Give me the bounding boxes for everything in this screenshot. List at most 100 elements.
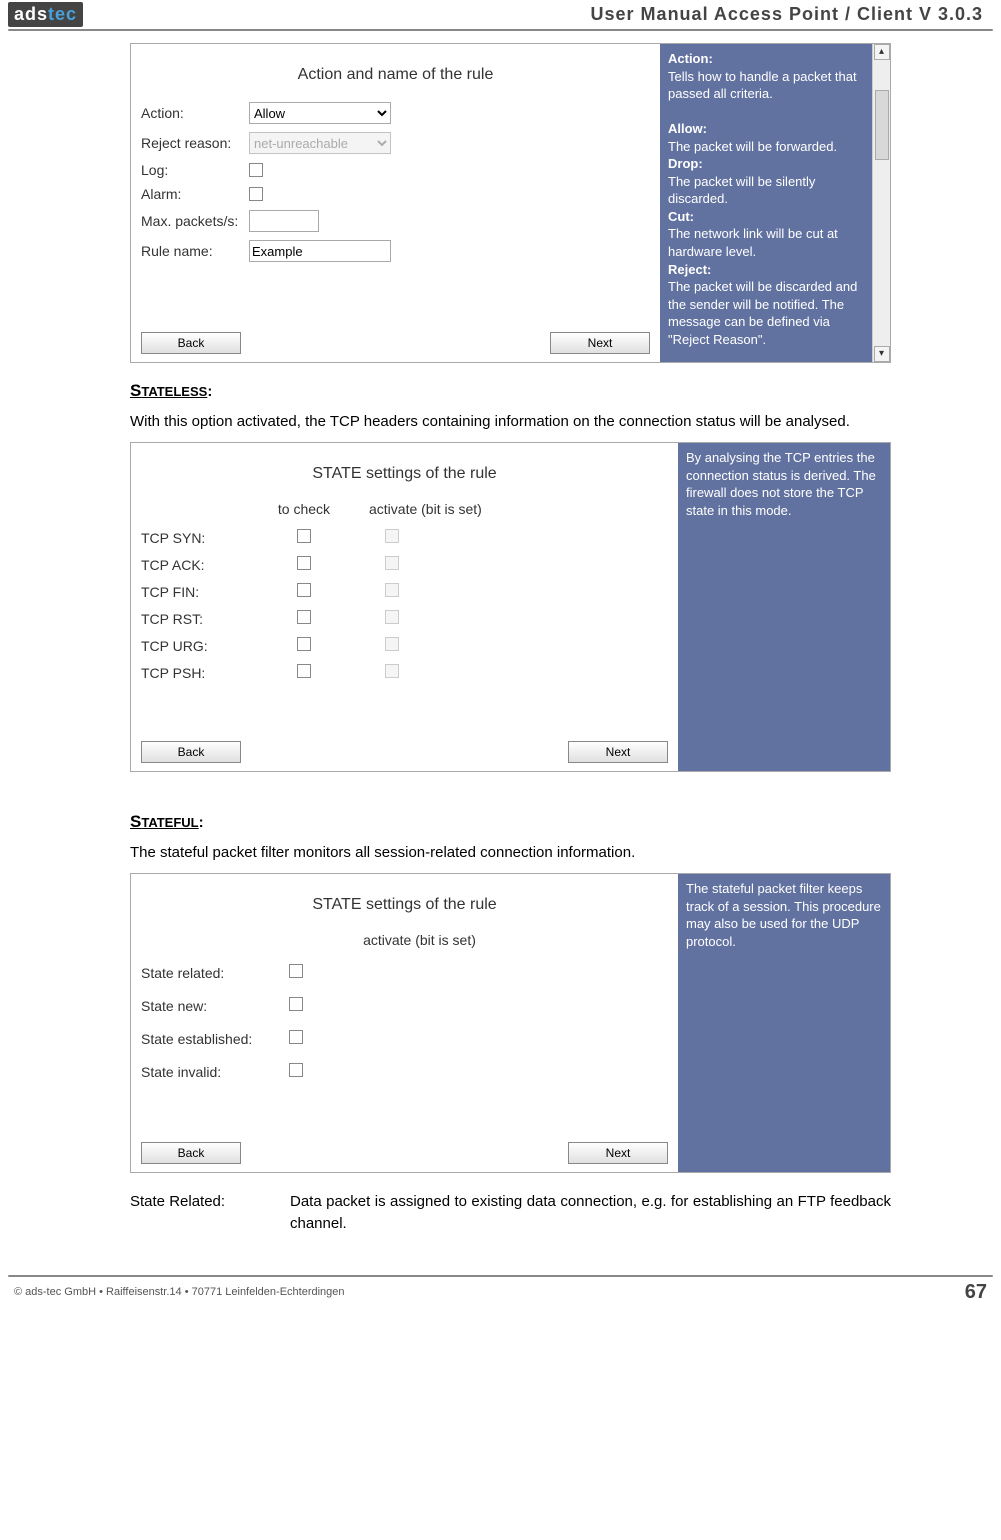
tocheck-checkbox[interactable] [297,583,311,597]
log-label: Log: [141,162,249,178]
alarm-label: Alarm: [141,186,249,202]
state-checkbox[interactable] [289,997,303,1011]
scroll-thumb[interactable] [875,90,889,160]
maxpkts-label: Max. packets/s: [141,213,249,229]
page-header: adstec User Manual Access Point / Client… [0,0,1001,29]
help-h2: Allow: [668,121,707,136]
panel-stateless: STATE settings of the rule to check acti… [130,442,891,772]
col-activate: activate (bit is set) [359,501,668,517]
rulename-input[interactable] [249,240,391,262]
maxpkts-input[interactable] [249,210,319,232]
flag-label: TCP FIN: [141,584,249,600]
panel-action-rule: Action and name of the rule Action: Allo… [130,43,891,363]
def-term: State Related: [130,1191,290,1235]
activate-checkbox [385,583,399,597]
help-t2: The packet will be forwarded. [668,139,837,154]
copyright: © ads-tec GmbH • Raiffeisenstr.14 • 7077… [14,1286,345,1298]
panel-stateful: STATE settings of the rule activate (bit… [130,873,891,1173]
action-label: Action: [141,105,249,121]
tocheck-checkbox[interactable] [297,664,311,678]
page-number: 67 [965,1281,987,1304]
header-rule [8,29,993,31]
back-button[interactable]: Back [141,1142,241,1164]
rulename-label: Rule name: [141,243,249,259]
state-checkbox[interactable] [289,1030,303,1044]
tcp-flag-row: TCP SYN: [141,529,668,546]
flag-label: TCP PSH: [141,665,249,681]
state-label: State established: [141,1031,289,1047]
stateless-heading: STATELESS: [130,381,891,401]
activate-checkbox [385,664,399,678]
panel2-headers: to check activate (bit is set) [141,501,668,517]
tocheck-checkbox[interactable] [297,637,311,651]
page-footer: © ads-tec GmbH • Raiffeisenstr.14 • 7077… [0,1281,1001,1312]
tcp-flag-row: TCP ACK: [141,556,668,573]
logo-sub: tec [48,4,77,25]
panel1-title: Action and name of the rule [141,66,650,84]
stateful-text: The stateful packet filter monitors all … [130,842,891,863]
state-checkbox[interactable] [289,964,303,978]
action-select[interactable]: Allow [249,102,391,124]
help-t1: Tells how to handle a packet that passed… [668,69,857,102]
state-label: State new: [141,998,289,1014]
flag-label: TCP ACK: [141,557,249,573]
scroll-up-icon[interactable]: ▴ [874,44,890,60]
state-label: State invalid: [141,1064,289,1080]
panel3-colheader: activate (bit is set) [171,932,668,948]
help-h5: Reject: [668,262,711,277]
tcp-flag-row: TCP RST: [141,610,668,627]
activate-checkbox [385,556,399,570]
next-button[interactable]: Next [568,1142,668,1164]
state-row: State established: [141,1030,668,1047]
panel3-help: The stateful packet filter keeps track o… [678,874,890,1172]
back-button[interactable]: Back [141,332,241,354]
panel3-title: STATE settings of the rule [141,896,668,914]
col-tocheck: to check [249,501,359,517]
state-row: State invalid: [141,1063,668,1080]
help-t4: The network link will be cut at hardware… [668,226,838,259]
log-checkbox[interactable] [249,163,263,177]
flag-label: TCP SYN: [141,530,249,546]
panel1-help: Action: Tells how to handle a packet tha… [660,44,872,362]
state-checkbox[interactable] [289,1063,303,1077]
footer-rule [8,1275,993,1277]
help-t6: Additionally, a log entry could [668,367,836,382]
activate-checkbox [385,610,399,624]
logo: adstec [8,2,83,27]
tcp-flag-row: TCP PSH: [141,664,668,681]
reject-select: net-unreachable [249,132,391,154]
tocheck-checkbox[interactable] [297,529,311,543]
next-button[interactable]: Next [550,332,650,354]
doc-title: User Manual Access Point / Client V 3.0.… [83,4,993,25]
panel2-title: STATE settings of the rule [141,465,668,483]
back-button[interactable]: Back [141,741,241,763]
state-label: State related: [141,965,289,981]
scrollbar[interactable]: ▴ ▾ [872,44,890,362]
help-h4: Cut: [668,209,694,224]
state-row: State new: [141,997,668,1014]
tcp-flag-row: TCP FIN: [141,583,668,600]
flag-label: TCP RST: [141,611,249,627]
stateful-heading: STATEFUL: [130,812,891,832]
help-t5: The packet will be discarded and the sen… [668,279,857,347]
state-row: State related: [141,964,668,981]
scroll-down-icon[interactable]: ▾ [874,346,890,362]
tcp-flag-row: TCP URG: [141,637,668,654]
flag-label: TCP URG: [141,638,249,654]
alarm-checkbox[interactable] [249,187,263,201]
help-t3: The packet will be silently discarded. [668,174,815,207]
activate-checkbox [385,637,399,651]
def-desc: Data packet is assigned to existing data… [290,1191,891,1235]
help-h1: Action: [668,51,713,66]
def-state-related: State Related: Data packet is assigned t… [130,1191,891,1235]
logo-main: ads [14,4,48,25]
activate-checkbox [385,529,399,543]
help-h3: Drop: [668,156,703,171]
panel2-help: By analysing the TCP entries the connect… [678,443,890,771]
reject-label: Reject reason: [141,135,249,151]
stateless-text: With this option activated, the TCP head… [130,411,891,432]
tocheck-checkbox[interactable] [297,610,311,624]
scroll-track[interactable] [874,60,890,346]
tocheck-checkbox[interactable] [297,556,311,570]
next-button[interactable]: Next [568,741,668,763]
